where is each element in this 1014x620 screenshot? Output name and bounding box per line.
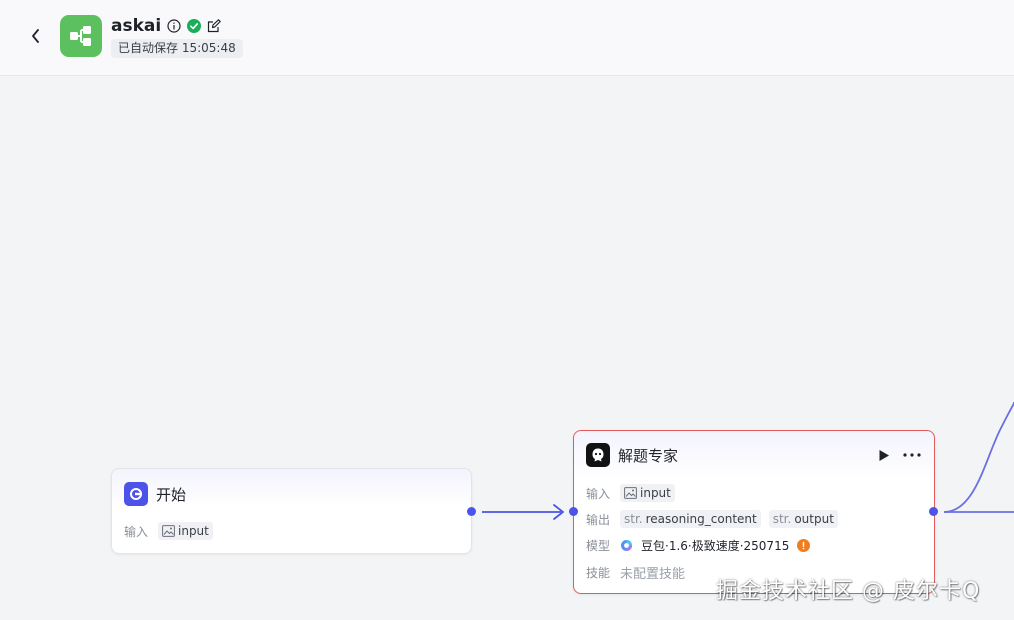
model-label: 模型: [586, 539, 611, 553]
output-type: str.: [624, 512, 643, 526]
expert-input-port[interactable]: [569, 507, 578, 516]
skill-value: 未配置技能: [620, 567, 686, 582]
output-type: str.: [772, 512, 792, 526]
expert-node-header: 解题专家: [586, 443, 678, 467]
app-logo: [60, 15, 102, 57]
back-button[interactable]: [24, 24, 48, 48]
run-icon[interactable]: [878, 449, 890, 462]
model-value: 豆包·1.6·极致速度·250715: [641, 539, 790, 553]
edit-icon[interactable]: [207, 19, 222, 33]
expert-node[interactable]: 解题专家 输入 input 输出 str. reasoning_content s…: [573, 430, 935, 594]
chevron-left-icon: [32, 29, 39, 43]
expert-output-port[interactable]: [929, 507, 938, 516]
warning-icon[interactable]: [797, 539, 811, 552]
output-param-tag: str. reasoning_content: [620, 510, 761, 528]
input-param-tag: input: [158, 522, 213, 540]
start-node[interactable]: 开始 输入 input: [111, 468, 472, 554]
input-param-tag: input: [620, 484, 675, 502]
input-label: 输入: [124, 524, 149, 539]
expert-model-row: 模型 豆包·1.6·极致速度·250715: [586, 537, 811, 554]
expert-output-row: 输出 str. reasoning_content str. output: [586, 510, 838, 528]
workflow-icon: [70, 26, 91, 46]
expert-avatar-icon: [586, 443, 610, 467]
edge-expert-out-1: [943, 402, 1014, 513]
published-check-icon: [187, 19, 202, 33]
output-name: output: [794, 512, 834, 526]
input-param-name: input: [178, 524, 209, 538]
start-input-row: 输入 input: [124, 522, 213, 540]
expert-node-title: 解题专家: [618, 446, 679, 465]
image-icon: [624, 487, 637, 499]
output-name: reasoning_content: [645, 512, 757, 526]
start-node-header: 开始: [124, 482, 186, 506]
autosave-status: 已自动保存 15:05:48: [111, 39, 243, 58]
more-icon[interactable]: [903, 453, 921, 457]
image-icon: [162, 525, 175, 537]
start-node-title: 开始: [156, 485, 187, 504]
watermark: 掘金技术社区 @ 皮尔卡Q: [716, 579, 981, 604]
top-bar: askai 已自动保存 15:05:48: [0, 0, 1014, 76]
expert-skill-row: 技能 未配置技能: [586, 563, 685, 582]
start-output-port[interactable]: [467, 507, 476, 516]
expert-input-row: 输入 input: [586, 484, 675, 502]
input-param-name: input: [640, 486, 671, 500]
skill-label: 技能: [586, 566, 611, 580]
app-title-row: askai: [111, 15, 222, 37]
start-icon: [124, 482, 148, 506]
edge-arrowhead: [553, 504, 564, 520]
info-icon[interactable]: [167, 19, 181, 33]
output-label: 输出: [586, 512, 611, 527]
input-label: 输入: [586, 486, 611, 501]
doubao-model-icon: [621, 540, 632, 551]
app-name: askai: [111, 16, 162, 36]
output-param-tag: str. output: [768, 510, 838, 528]
